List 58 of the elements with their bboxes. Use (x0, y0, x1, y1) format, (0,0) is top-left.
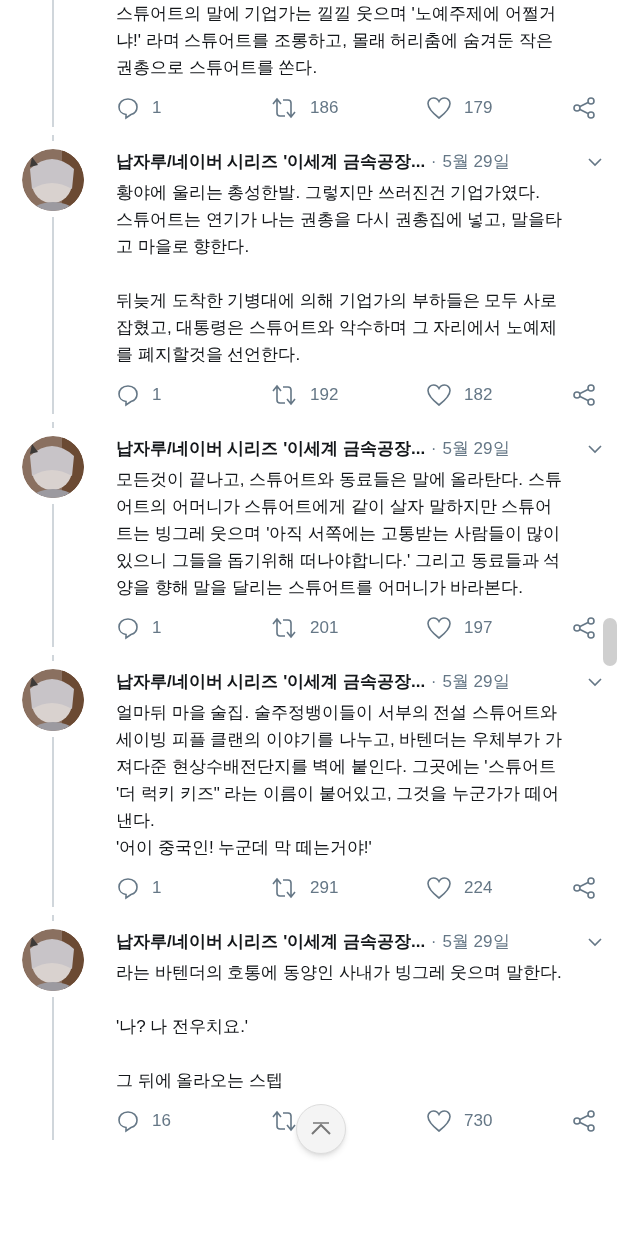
tweet-text: 모든것이 끝나고, 스튜어트와 동료들은 말에 올라탄다. 스튜 어트의 어머니가 스튜어트에게 같이 살자 말하지만 스튜어 트는 빙그레 웃으며 '아직 서쪽에는 고통받는 사람들이 많이 있으니 그들을 돕기위해 떠나야합니다.' 그리고 동료들과 석 양을 향해 말을 달리는 스튜어트를 어머니가 바라본다. (116, 469, 562, 599)
reply-icon[interactable] (116, 96, 140, 120)
like-count: 182 (464, 384, 493, 407)
retweet-count: 186 (310, 97, 339, 120)
heart-icon[interactable] (426, 616, 452, 640)
tweet-date[interactable]: 5월 29일 (442, 149, 510, 175)
author-name[interactable]: 납자루/네이버 시리즈 '이세계 금속공장... (116, 929, 426, 955)
like-count: 179 (464, 97, 493, 120)
tweet-date[interactable]: 5월 29일 (442, 436, 510, 462)
share-icon[interactable] (572, 383, 596, 407)
retweet-icon[interactable] (270, 97, 298, 119)
reply-icon[interactable] (116, 876, 140, 900)
heart-icon[interactable] (426, 876, 452, 900)
tweet-text: 스튜어트의 말에 기업가는 낄낄 웃으며 '노예주제에 어쩔거 냐!' 라며 스튜어트를 조롱하고, 몰래 허리춤에 숨겨둔 작은 권총으로 스튜어트를 쏜다. (116, 3, 556, 79)
reply-icon[interactable] (116, 616, 140, 640)
like-count: 730 (464, 1110, 493, 1133)
chevron-down-icon[interactable] (587, 444, 603, 454)
retweet-count: 192 (310, 384, 339, 407)
share-icon[interactable] (572, 616, 596, 640)
share-icon[interactable] (572, 876, 596, 900)
reply-count: 1 (152, 617, 162, 640)
chevron-up-icon (310, 1122, 332, 1136)
separator-dot: · (431, 152, 437, 172)
scroll-to-top-button[interactable] (296, 1104, 346, 1154)
retweet-count: 201 (310, 617, 339, 640)
author-name[interactable]: 납자루/네이버 시리즈 '이세계 금속공장... (116, 149, 426, 175)
heart-icon[interactable] (426, 96, 452, 120)
reply-count: 16 (152, 1110, 171, 1133)
reply-icon[interactable] (116, 383, 140, 407)
reply-count: 1 (152, 384, 162, 407)
retweet-icon[interactable] (270, 384, 298, 406)
tweet-date[interactable]: 5월 29일 (442, 929, 510, 955)
scrollbar-thumb[interactable] (603, 618, 617, 666)
retweet-icon[interactable] (270, 617, 298, 639)
chevron-down-icon[interactable] (587, 157, 603, 167)
like-count: 224 (464, 877, 493, 900)
chevron-down-icon[interactable] (587, 937, 603, 947)
tweet-date[interactable]: 5월 29일 (442, 669, 510, 695)
retweet-icon[interactable] (270, 877, 298, 899)
chevron-down-icon[interactable] (587, 677, 603, 687)
reply-count: 1 (152, 877, 162, 900)
separator-dot: · (431, 439, 437, 459)
heart-icon[interactable] (426, 1109, 452, 1133)
reply-count: 1 (152, 97, 162, 120)
retweet-count: 291 (310, 877, 339, 900)
share-icon[interactable] (572, 1109, 596, 1133)
author-name[interactable]: 납자루/네이버 시리즈 '이세계 금속공장... (116, 436, 426, 462)
tweet-text: 황야에 울리는 총성한발. 그렇지만 쓰러진건 기업가였다. 스튜어트는 연기가 나는 권총을 다시 권총집에 넣고, 말을타 고 마을로 향한다. 뒤늦게 도착한 기병대에 의해 기업가의 부하들은 모두 사로 잡혔고, 대통령은 스튜어트와 악수하며 그 자리에서 노예제 를 폐지할것을 선언한다. (116, 182, 562, 366)
author-name[interactable]: 납자루/네이버 시리즈 '이세계 금속공장... (116, 669, 426, 695)
heart-icon[interactable] (426, 383, 452, 407)
tweet-text: 얼마뒤 마을 술집. 술주정뱅이들이 서부의 전설 스튜어트와 세이빙 피플 클랜의 이야기를 나누고, 바텐더는 우체부가 가 져다준 현상수배전단지를 벽에 붙인다. 그곳에는 '스튜어트 '더 럭키 키즈" 라는 이름이 붙어있고, 그것을 누군가가 떼어 낸다. '어이 중국인! 누군데 막 떼는거야!' (116, 702, 562, 859)
separator-dot: · (431, 672, 437, 692)
share-icon[interactable] (572, 96, 596, 120)
like-count: 197 (464, 617, 493, 640)
reply-icon[interactable] (116, 1109, 140, 1133)
retweet-icon[interactable] (270, 1110, 298, 1132)
separator-dot: · (431, 932, 437, 952)
tweet-text: 라는 바텐더의 호통에 동양인 사내가 빙그레 웃으며 말한다. '나? 나 전우치요.' 그 뒤에 올라오는 스텝 (116, 962, 562, 1092)
